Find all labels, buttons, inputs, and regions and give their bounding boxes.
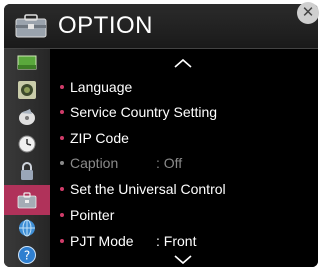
menu-item-pointer[interactable]: Pointer (60, 204, 114, 226)
header: OPTION (4, 4, 318, 49)
bullet (60, 85, 64, 90)
toolbox-icon (15, 14, 47, 38)
bullet (60, 239, 64, 244)
caption-value: : Off (156, 155, 183, 171)
picture-icon (17, 55, 37, 70)
sidebar-item-lock[interactable] (4, 159, 50, 183)
option-icon (17, 192, 37, 209)
bullet (60, 136, 64, 141)
menu-item-set-universal-control[interactable]: Set the Universal Control (60, 178, 226, 200)
sidebar-item-network[interactable] (4, 216, 50, 240)
lock-icon (21, 162, 33, 180)
menu-item-pjt-mode[interactable]: PJT Mode : Front (60, 230, 310, 252)
menu-item-caption: Caption : Off (60, 152, 310, 174)
menu-content: Language Service Country Setting ZIP Cod… (52, 49, 318, 267)
pjt-mode-value: : Front (156, 233, 197, 249)
close-button[interactable]: ✕ (297, 2, 319, 24)
close-icon: ✕ (301, 4, 315, 21)
sidebar-item-channel[interactable] (4, 105, 50, 129)
sidebar-item-option[interactable] (4, 185, 50, 215)
svg-text:?: ? (24, 249, 30, 263)
menu-item-service-country-setting[interactable]: Service Country Setting (60, 101, 217, 123)
time-icon (18, 135, 36, 153)
chevron-up-icon[interactable] (172, 57, 194, 69)
menu-item-zip-code[interactable]: ZIP Code (60, 127, 129, 149)
bullet (60, 213, 64, 218)
sidebar: ? (4, 49, 50, 267)
bullet (60, 161, 64, 166)
channel-icon (19, 109, 35, 125)
support-icon: ? (18, 246, 36, 264)
network-icon (19, 219, 35, 237)
bullet (60, 110, 64, 115)
sidebar-item-picture[interactable] (4, 51, 50, 75)
chevron-down-icon[interactable] (172, 254, 194, 266)
screen: OPTION ? Language Service Country Settin… (0, 0, 321, 269)
sidebar-item-time[interactable] (4, 132, 50, 156)
option-menu-panel: OPTION ? Language Service Country Settin… (4, 4, 318, 267)
sidebar-item-sound[interactable] (4, 78, 50, 102)
sound-icon (18, 81, 36, 99)
menu-item-language[interactable]: Language (60, 76, 132, 98)
bullet (60, 187, 64, 192)
page-title: OPTION (58, 12, 154, 39)
sidebar-item-support[interactable]: ? (4, 243, 50, 267)
